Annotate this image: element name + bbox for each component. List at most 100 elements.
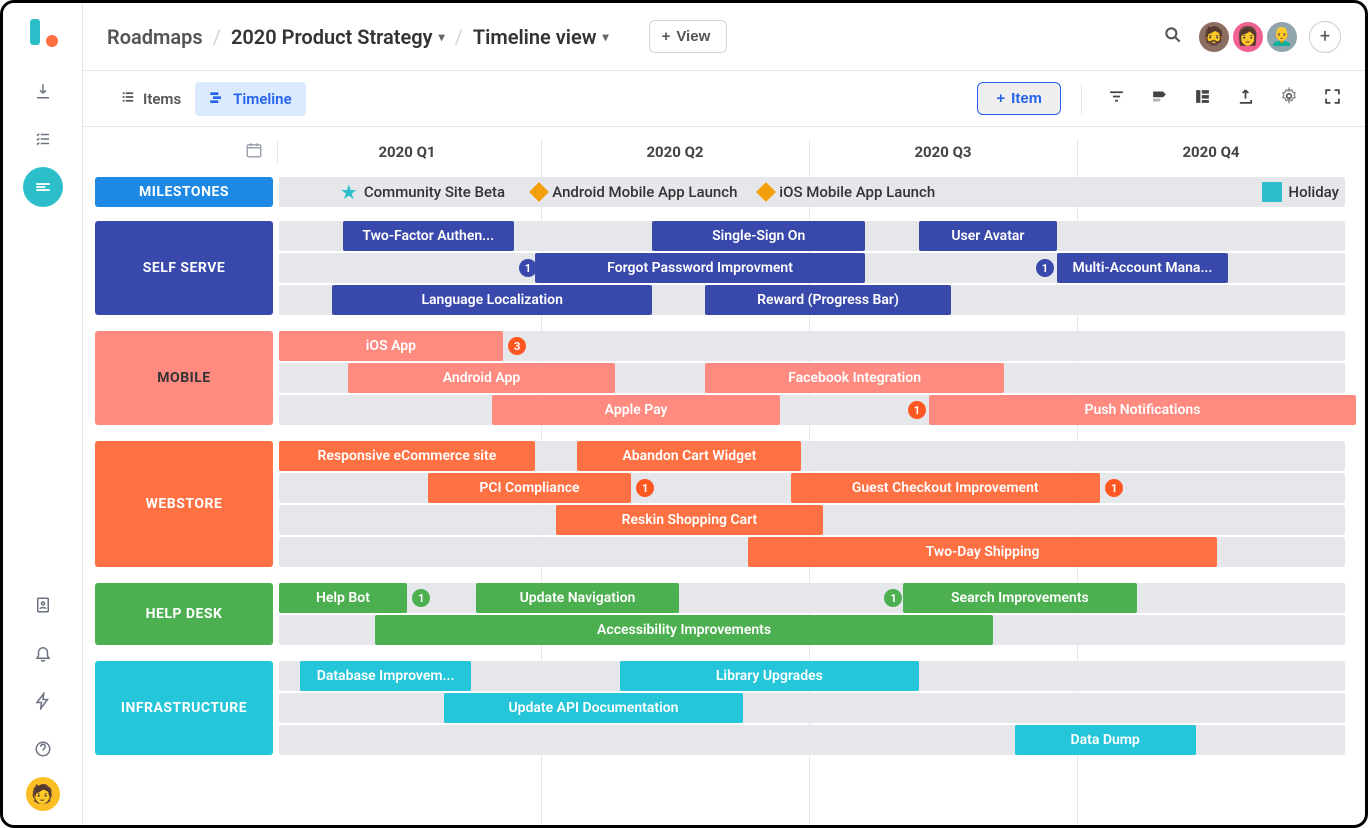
count-badge[interactable]: 1 <box>1105 479 1123 497</box>
milestone-item[interactable]: Holiday <box>1262 182 1339 202</box>
fullscreen-icon[interactable] <box>1324 88 1341 110</box>
timeline-row: 1Forgot Password Improvment1Multi-Accoun… <box>279 253 1345 283</box>
add-view-button[interactable]: + View <box>649 20 728 53</box>
lane-label: MOBILE <box>95 331 273 425</box>
timeline-row: Two-Day Shipping <box>279 537 1345 567</box>
timeline-bar[interactable]: Multi-Account Mana... <box>1057 253 1228 283</box>
square-icon <box>1262 182 1282 202</box>
timeline-bar[interactable]: PCI Compliance <box>428 473 631 503</box>
timeline-bar[interactable]: Two-Day Shipping <box>748 537 1217 567</box>
breadcrumb-root[interactable]: Roadmaps <box>107 25 203 49</box>
count-badge[interactable]: 1 <box>636 479 654 497</box>
milestone-item[interactable]: iOS Mobile App Launch <box>759 183 935 201</box>
timeline-bar[interactable]: Forgot Password Improvment <box>535 253 865 283</box>
contacts-icon[interactable] <box>23 585 63 625</box>
add-collaborator-button[interactable]: + <box>1309 21 1341 53</box>
header: Roadmaps / 2020 Product Strategy ▾ / Tim… <box>83 3 1365 71</box>
timeline-bar[interactable]: Two-Factor Authen... <box>343 221 514 251</box>
timeline-row: PCI Compliance 1 Guest Checkout Improvemen… <box>279 473 1345 503</box>
timeline-bar[interactable]: Update Navigation <box>476 583 679 613</box>
timeline: 2020 Q1 2020 Q2 2020 Q3 2020 Q4 MILESTON… <box>83 127 1365 825</box>
timeline-bar[interactable]: Reskin Shopping Cart <box>556 505 823 535</box>
timeline-row: Android App Facebook Integration <box>279 363 1345 393</box>
user-avatar[interactable]: 🧑 <box>26 777 60 811</box>
milestone-item[interactable]: Android Mobile App Launch <box>532 183 737 201</box>
timeline-bar[interactable]: Help Bot <box>279 583 407 613</box>
tab-items[interactable]: Items <box>107 82 195 116</box>
lane-label-milestones: MILESTONES <box>95 177 273 207</box>
timeline-bar[interactable]: Apple Pay <box>492 395 780 425</box>
diamond-icon <box>756 182 776 202</box>
timeline-icon <box>209 90 225 108</box>
timeline-bar[interactable]: Library Upgrades <box>620 661 918 691</box>
count-badge[interactable]: 3 <box>508 337 526 355</box>
timeline-bar[interactable]: Language Localization <box>332 285 652 315</box>
timeline-bar[interactable]: Database Improvem... <box>300 661 471 691</box>
layout-icon[interactable] <box>1194 88 1211 110</box>
timeline-bar[interactable]: Guest Checkout Improvement <box>791 473 1100 503</box>
lane-label: WEBSTORE <box>95 441 273 567</box>
quarter-label: 2020 Q2 <box>541 143 809 161</box>
timeline-bar[interactable]: iOS App <box>279 331 503 361</box>
count-badge[interactable]: 1 <box>908 401 926 419</box>
calendar-icon[interactable] <box>245 141 278 164</box>
timeline-bar[interactable]: Push Notifications <box>929 395 1355 425</box>
import-icon[interactable] <box>23 71 63 111</box>
quarter-label: 2020 Q4 <box>1077 143 1345 161</box>
bell-icon[interactable] <box>23 633 63 673</box>
list-icon[interactable] <box>23 119 63 159</box>
export-icon[interactable] <box>1237 88 1254 110</box>
milestone-item[interactable]: ★ Community Site Beta <box>340 180 505 204</box>
timeline-row: Language Localization Reward (Progress Ba… <box>279 285 1345 315</box>
chevron-down-icon: ▾ <box>439 30 445 44</box>
timeline-bar[interactable]: Abandon Cart Widget <box>577 441 801 471</box>
timeline-bar[interactable]: Accessibility Improvements <box>375 615 993 645</box>
breadcrumb: Roadmaps / 2020 Product Strategy ▾ / Tim… <box>107 20 1163 53</box>
bolt-icon[interactable] <box>23 681 63 721</box>
timeline-row: Responsive eCommerce site Abandon Cart Wi… <box>279 441 1345 471</box>
swimlane: SELF SERVE Two-Factor Authen... Single-Sig… <box>83 221 1365 317</box>
breadcrumb-view[interactable]: Timeline view ▾ <box>473 25 609 49</box>
lane-label: SELF SERVE <box>95 221 273 315</box>
timeline-bar[interactable]: Responsive eCommerce site <box>279 441 535 471</box>
lane-content: iOS App 3 Android App Facebook IntegrationA… <box>279 331 1345 427</box>
collaborator-avatar[interactable]: 👩 <box>1231 20 1265 54</box>
timeline-bar[interactable]: User Avatar <box>919 221 1058 251</box>
lane-content: Database Improvem... Library UpgradesUpda… <box>279 661 1345 757</box>
swimlane: INFRASTRUCTUREDatabase Improvem...Librar… <box>83 661 1365 757</box>
app-logo <box>28 17 58 47</box>
swimlane: HELP DESKHelp Bot1Update Navigation1Sear… <box>83 583 1365 647</box>
timeline-bar[interactable]: Single-Sign On <box>652 221 865 251</box>
count-badge[interactable]: 1 <box>884 589 902 607</box>
roadmap-icon[interactable] <box>23 167 63 207</box>
timeline-bar[interactable]: Android App <box>348 363 615 393</box>
lane-content: Help Bot1Update Navigation1Search Improv… <box>279 583 1345 647</box>
timeline-row: Reskin Shopping Cart <box>279 505 1345 535</box>
app-sidebar: 🧑 <box>3 3 83 825</box>
count-badge[interactable]: 1 <box>412 589 430 607</box>
list-icon <box>121 90 135 108</box>
collaborator-avatar[interactable]: 🧔 <box>1197 20 1231 54</box>
toolbar: Items Timeline + Item <box>83 71 1365 127</box>
quarter-header: 2020 Q1 2020 Q2 2020 Q3 2020 Q4 <box>273 127 1345 177</box>
help-icon[interactable] <box>23 729 63 769</box>
tag-icon[interactable] <box>1151 88 1168 110</box>
timeline-bar[interactable]: Data Dump <box>1015 725 1196 755</box>
collaborator-avatar[interactable]: 👨‍🦲 <box>1265 20 1299 54</box>
timeline-row: Help Bot1Update Navigation1Search Improv… <box>279 583 1345 613</box>
filter-icon[interactable] <box>1108 88 1125 110</box>
timeline-row: Accessibility Improvements <box>279 615 1345 645</box>
star-icon: ★ <box>340 180 358 204</box>
add-item-button[interactable]: + Item <box>977 82 1061 115</box>
timeline-bar[interactable]: Update API Documentation <box>444 693 742 723</box>
quarter-label: 2020 Q3 <box>809 143 1077 161</box>
timeline-bar[interactable]: Search Improvements <box>903 583 1138 613</box>
breadcrumb-project[interactable]: 2020 Product Strategy ▾ <box>231 25 445 49</box>
timeline-bar[interactable]: Reward (Progress Bar) <box>705 285 950 315</box>
gear-icon[interactable] <box>1280 87 1298 110</box>
timeline-row: iOS App 3 <box>279 331 1345 361</box>
count-badge[interactable]: 1 <box>1036 259 1054 277</box>
search-icon[interactable] <box>1163 25 1183 49</box>
tab-timeline[interactable]: Timeline <box>195 82 305 116</box>
timeline-bar[interactable]: Facebook Integration <box>705 363 1003 393</box>
